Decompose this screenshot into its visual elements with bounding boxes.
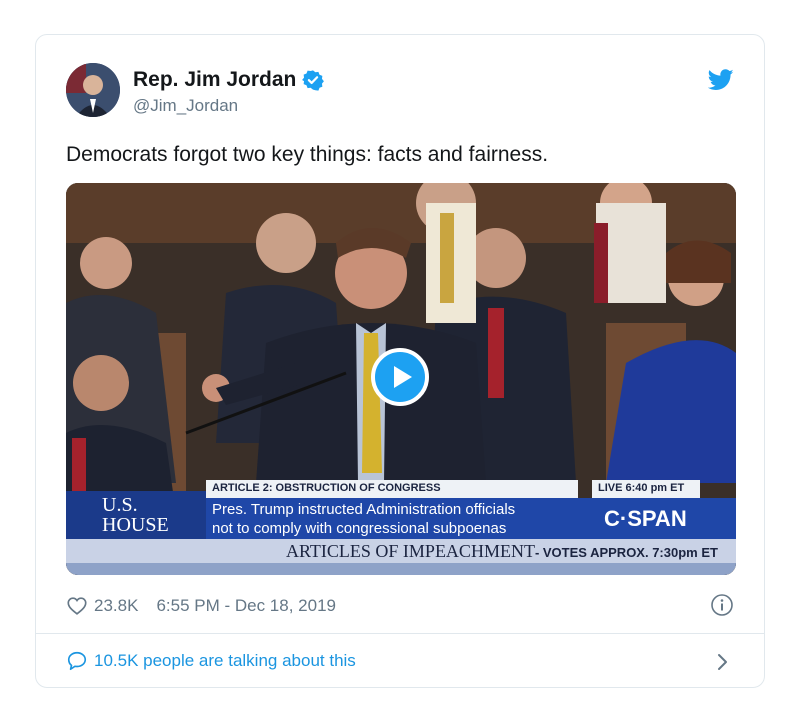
twitter-bird-icon[interactable] (708, 69, 734, 91)
ticker-strip (66, 563, 736, 575)
lower-third-ticker: ARTICLES OF IMPEACHMENT- VOTES APPROX. 7… (66, 539, 736, 563)
conversation-text[interactable]: 10.5K people are talking about this (94, 651, 356, 671)
lower-third-article: ARTICLE 2: OBSTRUCTION OF CONGRESS (206, 480, 578, 498)
lower-third-caption: Pres. Trump instructed Administration of… (206, 498, 592, 539)
ticker-votes: - VOTES APPROX. 7:30pm ET (534, 545, 718, 560)
chevron-right-icon[interactable] (716, 652, 730, 672)
speech-bubble-icon (67, 651, 87, 671)
author-name[interactable]: Rep. Jim Jordan (133, 68, 325, 92)
us-house-line2: HOUSE (102, 514, 169, 536)
cspan-logo: C·SPAN (592, 498, 736, 539)
like-count[interactable]: 23.8K (94, 596, 138, 616)
tweet-card: Rep. Jim Jordan @Jim_Jordan Democrats fo… (35, 34, 765, 688)
avatar[interactable] (66, 63, 120, 117)
play-button[interactable] (371, 348, 429, 406)
play-icon (393, 366, 412, 388)
us-house-line1: U.S. (102, 494, 138, 516)
tweet-meta: 23.8K 6:55 PM - Dec 18, 2019 (66, 595, 336, 617)
tweet-timestamp[interactable]: 6:55 PM - Dec 18, 2019 (156, 596, 336, 616)
caption-line-1: Pres. Trump instructed Administration of… (212, 501, 516, 518)
caption-line-2: not to comply with congressional subpoen… (212, 520, 507, 537)
verified-badge-icon (302, 70, 325, 91)
us-house-logo: U.S. HOUSE (66, 491, 206, 539)
avatar-image (66, 63, 120, 117)
ticker-main: ARTICLES OF IMPEACHMENT (286, 541, 535, 561)
video-player[interactable]: ARTICLE 2: OBSTRUCTION OF CONGRESS LIVE … (66, 183, 736, 575)
lower-third-live: LIVE 6:40 pm ET (592, 480, 700, 498)
author-handle[interactable]: @Jim_Jordan (133, 96, 238, 116)
conversation-link[interactable]: 10.5K people are talking about this (66, 650, 356, 672)
author-name-text[interactable]: Rep. Jim Jordan (133, 68, 296, 92)
tweet-text: Democrats forgot two key things: facts a… (66, 143, 549, 166)
divider (36, 633, 764, 634)
heart-icon[interactable] (66, 595, 88, 617)
info-icon[interactable] (710, 593, 734, 617)
